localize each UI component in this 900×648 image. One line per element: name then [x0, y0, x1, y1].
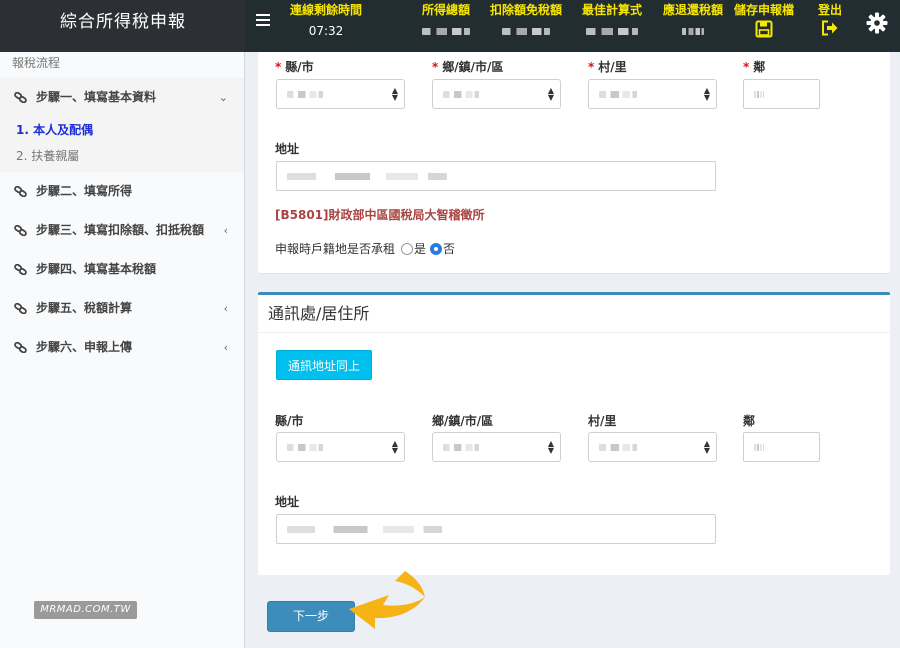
copy-address-button[interactable]: 通訊地址同上: [276, 350, 372, 380]
township-label: * 鄉/鎮/市/區: [432, 60, 504, 74]
sidebar-step-5[interactable]: 步驟五、稅額計算 ‹: [0, 289, 244, 328]
county-label: * 縣/市: [275, 60, 314, 74]
logout-label: 登出: [818, 3, 843, 17]
rent-question-label: 申報時戶籍地是否承租: [275, 242, 396, 256]
tax-office-text: [B5801]財政部中區國稅局大智稽徵所: [275, 208, 485, 222]
sidebar-sub-self-spouse[interactable]: 1. 本人及配偶: [0, 117, 244, 143]
pointer-arrow-icon: [349, 571, 425, 629]
link-icon: [14, 342, 27, 353]
select-arrows-icon: ▲ ▼: [391, 86, 398, 102]
sidebar-step-6[interactable]: 步驟六、申報上傳 ‹: [0, 328, 244, 367]
chevron-down-icon: ⌄: [218, 91, 228, 104]
timer-value: 07:32: [308, 24, 344, 38]
link-icon: [14, 303, 27, 314]
select-arrows-icon: ▲ ▼: [547, 439, 554, 455]
link-icon: [14, 264, 27, 275]
select-arrows-icon: ▲ ▼: [703, 439, 710, 455]
app-title: 綜合所得稅申報: [0, 0, 245, 52]
refund-label: 應退還稅額: [663, 3, 724, 17]
sidebar-step-2[interactable]: 步驟二、填寫所得: [0, 172, 244, 211]
sidebar-step-4[interactable]: 步驟四、填寫基本稅額: [0, 250, 244, 289]
top-navbar: 綜合所得稅申報 連線剩餘時間 07:32 所得總額 扣除額免稅額 最佳計算式 應…: [0, 0, 900, 52]
rent-yes-label: 是: [414, 242, 427, 256]
link-icon: [14, 186, 27, 197]
address-input[interactable]: [276, 161, 716, 191]
township-select[interactable]: ▲ ▼: [432, 79, 561, 109]
mailing-address-panel: 通訊處/居住所 通訊地址同上 縣/市 鄉/鎮/市/區 村/里 鄰 ▲ ▼ ▲ ▼ ▲…: [258, 292, 890, 575]
timer-display: 連線剩餘時間 07:32: [290, 2, 362, 38]
neighborhood-label: * 鄰: [743, 60, 766, 74]
save-icon: [755, 20, 773, 38]
sidebar-step-1[interactable]: 步驟一、填寫基本資料 ⌄: [0, 78, 244, 117]
watermark: MRMAD.COM.TW: [34, 601, 137, 619]
logout-icon: [822, 20, 838, 36]
sidebar-submenu: 1. 本人及配偶 2. 扶養親屬: [0, 117, 244, 172]
sidebar-step-label: 步驟四、填寫基本稅額: [36, 262, 157, 276]
mailing-township-select[interactable]: ▲ ▼: [432, 432, 561, 462]
total-income-redacted: [422, 28, 470, 35]
sidebar-step-label: 步驟五、稅額計算: [36, 301, 133, 315]
link-icon: [14, 92, 27, 103]
sidebar-step-label: 步驟六、申報上傳: [36, 340, 133, 354]
mailing-county-label: 縣/市: [275, 414, 304, 428]
mailing-section-title: 通訊處/居住所: [258, 295, 890, 333]
total-income-display: 所得總額: [422, 2, 470, 38]
logout-button[interactable]: 登出: [818, 2, 842, 36]
mailing-neighborhood-input[interactable]: [743, 432, 820, 462]
mailing-address-label: 地址: [275, 495, 300, 509]
gear-icon[interactable]: [866, 12, 888, 34]
chevron-left-icon: ‹: [223, 224, 228, 237]
timer-label: 連線剩餘時間: [290, 3, 363, 17]
sidebar-step-label: 步驟二、填寫所得: [36, 184, 133, 198]
sidebar-step-3[interactable]: 步驟三、填寫扣除額、扣抵稅額 ‹: [0, 211, 244, 250]
select-arrows-icon: ▲ ▼: [547, 86, 554, 102]
sidebar-header: 報稅流程: [12, 56, 61, 70]
total-income-label: 所得總額: [422, 3, 471, 17]
sidebar-sub-dependents[interactable]: 2. 扶養親屬: [0, 143, 244, 169]
village-select[interactable]: ▲ ▼: [588, 79, 717, 109]
best-calc-label: 最佳計算式: [582, 3, 643, 17]
sidebar-step-label: 步驟一、填寫基本資料: [36, 90, 157, 104]
mailing-address-input[interactable]: [276, 514, 716, 544]
select-arrows-icon: ▲ ▼: [703, 86, 710, 102]
best-calc-display: 最佳計算式: [582, 2, 642, 38]
sidebar-step-label: 步驟三、填寫扣除額、扣抵稅額: [36, 223, 205, 237]
link-icon: [14, 225, 27, 236]
menu-toggle-icon[interactable]: [256, 14, 270, 28]
deduction-redacted: [502, 28, 550, 35]
mailing-township-label: 鄉/鎮/市/區: [432, 414, 494, 428]
address-label: 地址: [275, 142, 300, 156]
select-arrows-icon: ▲ ▼: [391, 439, 398, 455]
mailing-village-select[interactable]: ▲ ▼: [588, 432, 717, 462]
village-label: * 村/里: [588, 60, 627, 74]
household-address-panel: * 縣/市 * 鄉/鎮/市/區 * 村/里 * 鄰 ▲ ▼ ▲ ▼ ▲ ▼ 地址 [B5801…: [258, 52, 890, 274]
deduction-label: 扣除額免稅額: [490, 3, 563, 17]
rent-no-radio[interactable]: [430, 242, 443, 255]
sidebar: 報稅流程 步驟一、填寫基本資料 ⌄ 1. 本人及配偶 2. 扶養親屬 步驟二、填…: [0, 52, 245, 648]
save-label: 儲存申報檔: [734, 3, 795, 17]
county-select[interactable]: ▲ ▼: [276, 79, 405, 109]
mailing-neighborhood-label: 鄰: [743, 414, 756, 428]
rent-question-row: 申報時戶籍地是否承租 是 否: [275, 240, 455, 257]
refund-display: 應退還稅額: [663, 2, 723, 38]
refund-redacted: [682, 28, 704, 35]
next-step-button[interactable]: 下一步: [267, 601, 355, 632]
chevron-left-icon: ‹: [223, 341, 228, 354]
save-return-button[interactable]: 儲存申報檔: [734, 2, 794, 38]
chevron-left-icon: ‹: [223, 302, 228, 315]
best-calc-redacted: [586, 28, 638, 35]
rent-yes-radio[interactable]: [401, 242, 414, 255]
neighborhood-input[interactable]: [743, 79, 820, 109]
mailing-village-label: 村/里: [588, 414, 617, 428]
mailing-county-select[interactable]: ▲ ▼: [276, 432, 405, 462]
rent-no-label: 否: [443, 242, 456, 256]
deduction-display: 扣除額免稅額: [490, 2, 562, 38]
